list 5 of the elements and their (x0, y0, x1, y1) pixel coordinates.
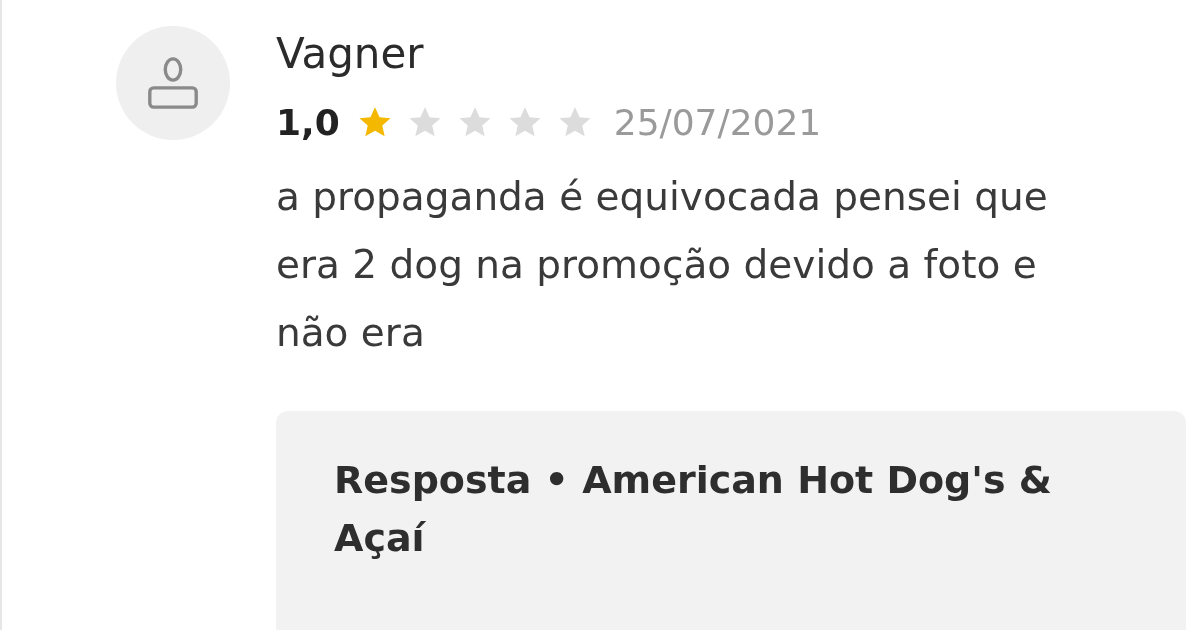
author-name: Vagner (276, 28, 425, 80)
reply-title: Resposta • American Hot Dog's & Açaí (334, 457, 1053, 562)
rating-score: 1,0 (276, 102, 340, 143)
review-text: a propaganda é equivocada pensei que era 2 dog na promoção devido a foto e não era (276, 173, 1049, 357)
review-date: 25/07/2021 (613, 102, 822, 143)
